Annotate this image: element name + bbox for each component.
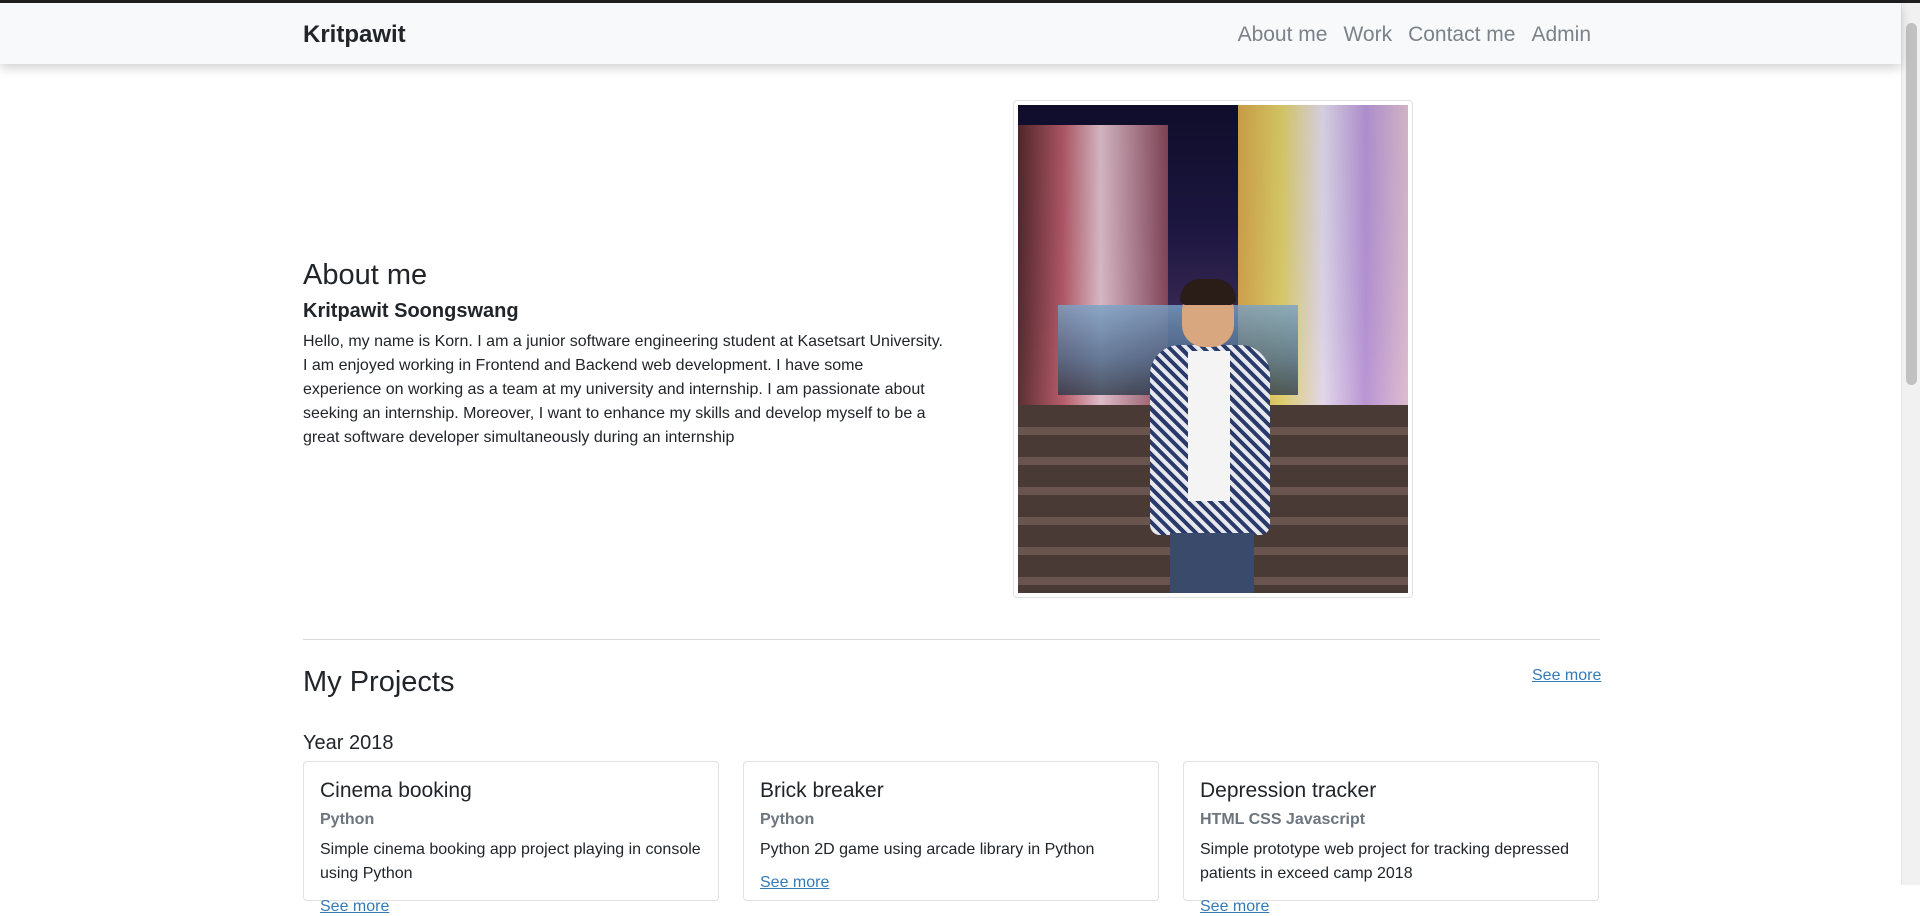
page-scrollbar[interactable] bbox=[1901, 3, 1920, 885]
projects-year-heading: Year 2018 bbox=[303, 732, 394, 754]
nav-link-about-me[interactable]: About me bbox=[1238, 23, 1328, 47]
about-name: Kritpawit Soongswang bbox=[303, 300, 519, 322]
profile-photo bbox=[1018, 105, 1408, 593]
scrollbar-thumb[interactable] bbox=[1906, 23, 1917, 385]
photo-person-legs bbox=[1170, 533, 1254, 593]
project-card-see-more-link[interactable]: See more bbox=[1200, 898, 1582, 916]
about-section: About me Kritpawit Soongswang Hello, my … bbox=[303, 257, 943, 450]
about-description: Hello, my name is Korn. I am a junior so… bbox=[303, 333, 943, 446]
photo-person bbox=[1136, 279, 1286, 593]
profile-photo-frame bbox=[1013, 100, 1413, 598]
nav-links: About me Work Contact me Admin bbox=[1238, 23, 1591, 47]
project-card-description: Python 2D game using arcade library in P… bbox=[760, 841, 1095, 858]
project-card-cinema-booking: Cinema booking Python Simple cinema book… bbox=[303, 761, 719, 915]
nav-link-admin[interactable]: Admin bbox=[1531, 23, 1591, 47]
project-card-depression-tracker: Depression tracker HTML CSS Javascript S… bbox=[1183, 761, 1599, 915]
about-title: About me bbox=[303, 259, 428, 291]
projects-title: My Projects bbox=[303, 666, 455, 698]
project-card-tech: HTML CSS Javascript bbox=[1200, 811, 1366, 828]
nav-link-contact-me[interactable]: Contact me bbox=[1408, 23, 1515, 47]
nav-link-work[interactable]: Work bbox=[1343, 23, 1392, 47]
navbar: Kritpawit About me Work Contact me Admin bbox=[0, 3, 1901, 64]
project-card-description: Simple cinema booking app project playin… bbox=[320, 841, 701, 882]
photo-person-hair bbox=[1180, 279, 1236, 305]
section-divider bbox=[303, 639, 1600, 640]
project-card-tech: Python bbox=[320, 811, 375, 828]
project-card-title: Cinema booking bbox=[320, 779, 472, 802]
project-card-description: Simple prototype web project for trackin… bbox=[1200, 841, 1570, 882]
project-card-brick-breaker: Brick breaker Python Python 2D game usin… bbox=[743, 761, 1159, 901]
photo-person-tee bbox=[1188, 351, 1230, 501]
project-card-tech: Python bbox=[760, 811, 815, 828]
project-card-see-more-link[interactable]: See more bbox=[760, 874, 1142, 892]
project-card-title: Depression tracker bbox=[1200, 779, 1377, 802]
navbar-brand[interactable]: Kritpawit bbox=[303, 21, 406, 49]
project-card-title: Brick breaker bbox=[760, 779, 884, 802]
project-card-see-more-link[interactable]: See more bbox=[320, 898, 702, 916]
projects-see-more-link[interactable]: See more bbox=[1532, 667, 1601, 685]
